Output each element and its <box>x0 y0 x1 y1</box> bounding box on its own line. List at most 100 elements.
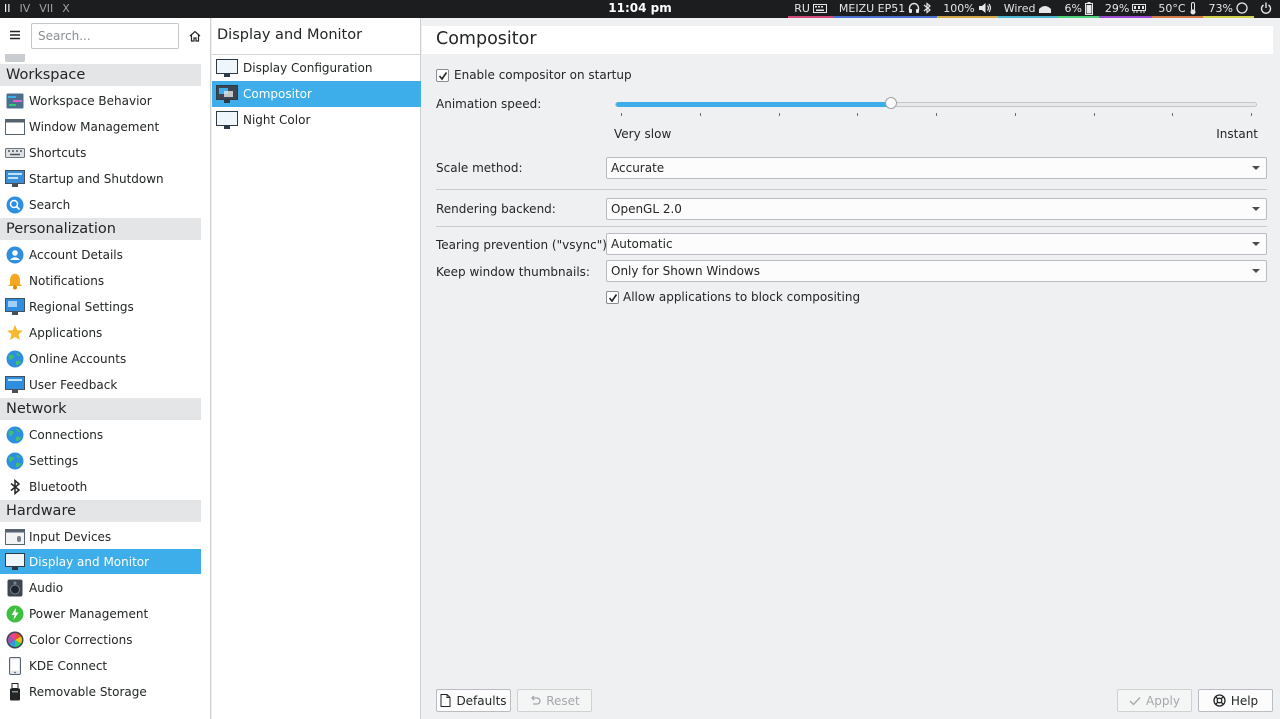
network-indicator[interactable]: Wired <box>997 0 1059 18</box>
apply-button[interactable]: Apply <box>1117 689 1192 712</box>
help-label: Help <box>1230 693 1259 708</box>
sidebar-item-cut-off[interactable] <box>5 54 205 62</box>
sidebar-item-label: Audio <box>29 580 64 595</box>
allow-block-compositing-label[interactable]: Allow applications to block compositing <box>623 290 860 304</box>
enable-compositor-label[interactable]: Enable compositor on startup <box>454 68 632 82</box>
sidebar-item-notifications[interactable]: Notifications <box>0 268 201 293</box>
slider-max-label: Instant <box>1216 127 1258 141</box>
subcategory-pane: Display and Monitor Display Configuratio… <box>212 18 421 719</box>
enable-compositor-checkbox[interactable] <box>436 69 449 82</box>
monitor-icon <box>216 110 238 130</box>
sidebar-item-audio[interactable]: Audio <box>0 575 201 600</box>
chevron-down-icon <box>1252 207 1260 211</box>
sidebar-header <box>0 18 211 54</box>
workspace-switcher: II IV VII X <box>4 2 70 15</box>
sidebar-item-label: Bluetooth <box>29 479 88 494</box>
sidebar-item-label: Input Devices <box>29 529 112 544</box>
sidebar-item-account-details[interactable]: Account Details <box>0 242 201 267</box>
rendering-backend-dropdown[interactable]: OpenGL 2.0 <box>606 198 1267 220</box>
bluetooth-device-label: MEIZU EP51 <box>838 1 906 15</box>
sidebar-item-label: Power Management <box>29 606 149 621</box>
workspace-4[interactable]: X <box>62 2 70 15</box>
sidebar-item-startup-shutdown[interactable]: Startup and Shutdown <box>0 166 201 191</box>
hamburger-menu-icon[interactable] <box>8 28 22 42</box>
sidebar-item-input-devices[interactable]: Input Devices <box>0 524 201 549</box>
bluetooth-device-indicator[interactable]: MEIZU EP51 <box>832 0 938 18</box>
subcategory-item-night-color[interactable]: Night Color <box>212 107 421 133</box>
sidebar-item-connections[interactable]: Connections <box>0 422 201 447</box>
home-icon[interactable] <box>188 29 202 43</box>
sidebar-item-applications[interactable]: Applications <box>0 320 201 345</box>
workspace-3[interactable]: VII <box>39 2 53 15</box>
checkmark-icon <box>608 294 618 303</box>
workspace-1[interactable]: II <box>4 2 11 15</box>
allow-block-compositing-checkbox[interactable] <box>606 291 619 304</box>
sidebar-item-label: Window Management <box>29 119 160 134</box>
sidebar-item-label: KDE Connect <box>29 658 108 673</box>
category-hardware: Hardware <box>0 500 201 522</box>
sidebar-item-bluetooth[interactable]: Bluetooth <box>0 474 201 499</box>
battery-icon <box>1084 1 1093 15</box>
workspace-2[interactable]: IV <box>20 2 31 15</box>
thermometer-icon <box>1190 1 1196 14</box>
animation-speed-label: Animation speed: <box>436 97 542 111</box>
sidebar-item-label: User Feedback <box>29 377 118 392</box>
bluetooth-icon <box>5 477 25 497</box>
power-button[interactable] <box>1254 0 1278 18</box>
sidebar-item-search[interactable]: Search <box>0 192 201 217</box>
sidebar-item-regional-settings[interactable]: Regional Settings <box>0 294 201 319</box>
sidebar-item-label: Regional Settings <box>29 299 134 314</box>
defaults-button[interactable]: Defaults <box>436 689 511 712</box>
globe-icon <box>5 451 25 471</box>
sidebar-item-power-management[interactable]: Power Management <box>0 601 201 626</box>
sidebar-item-color-corrections[interactable]: Color Corrections <box>0 627 201 652</box>
sidebar-item-display-monitor[interactable]: Display and Monitor <box>0 549 201 574</box>
tearing-prevention-dropdown[interactable]: Automatic <box>606 233 1267 255</box>
sidebar-item-window-management[interactable]: Window Management <box>0 114 201 139</box>
bell-icon <box>5 271 25 291</box>
color-wheel-icon <box>5 630 25 650</box>
keep-thumbnails-dropdown[interactable]: Only for Shown Windows <box>606 260 1267 282</box>
sidebar-item-label: Account Details <box>29 247 123 262</box>
help-button[interactable]: Help <box>1198 689 1273 712</box>
sidebar-item-label: Removable Storage <box>29 684 147 699</box>
memory-indicator[interactable]: 29% <box>1098 0 1153 18</box>
slider-tick <box>936 113 937 116</box>
slider-handle[interactable] <box>885 97 898 109</box>
slider-tick <box>1014 113 1016 116</box>
sidebar-item-network-settings[interactable]: Settings <box>0 448 201 473</box>
memory-icon <box>1132 4 1147 13</box>
subcategory-item-display-configuration[interactable]: Display Configuration <box>212 55 421 81</box>
sidebar-item-user-feedback[interactable]: User Feedback <box>0 372 201 397</box>
sidebar-item-shortcuts[interactable]: Shortcuts <box>0 140 201 165</box>
sidebar-item-workspace-behavior[interactable]: Workspace Behavior <box>0 88 201 113</box>
globe-icon <box>5 425 25 445</box>
temperature-indicator[interactable]: 50°C <box>1152 0 1203 18</box>
cpu-indicator[interactable]: 73% <box>1202 0 1254 18</box>
scale-method-dropdown[interactable]: Accurate <box>606 157 1267 179</box>
reset-button[interactable]: Reset <box>517 689 592 712</box>
sidebar-item-label: Workspace Behavior <box>29 93 152 108</box>
compositor-icon <box>216 84 238 104</box>
keyboard-layout-indicator[interactable]: RU <box>788 0 833 18</box>
volume-indicator[interactable]: 100% <box>937 0 998 18</box>
usb-drive-icon <box>5 682 25 702</box>
keyboard-icon <box>812 3 827 13</box>
sidebar-item-removable-storage[interactable]: Removable Storage <box>0 679 201 704</box>
subcategory-item-compositor[interactable]: Compositor <box>212 81 421 107</box>
slider-tick <box>1093 113 1095 116</box>
animation-speed-slider[interactable] <box>615 102 1257 107</box>
battery-indicator[interactable]: 6% <box>1058 0 1099 18</box>
input-devices-icon <box>5 527 25 547</box>
sidebar-item-online-accounts[interactable]: Online Accounts <box>0 346 201 371</box>
reset-label: Reset <box>546 693 580 708</box>
monitor-icon <box>216 58 238 78</box>
cursor-settings-icon <box>5 54 25 62</box>
search-input[interactable] <box>31 23 179 49</box>
tearing-prevention-label: Tearing prevention ("vsync"): <box>436 238 611 252</box>
monitor-icon <box>5 552 25 572</box>
subcategory-label: Display Configuration <box>243 61 373 75</box>
globe-icon <box>5 349 25 369</box>
search-icon <box>5 195 25 215</box>
sidebar-item-kde-connect[interactable]: KDE Connect <box>0 653 201 678</box>
